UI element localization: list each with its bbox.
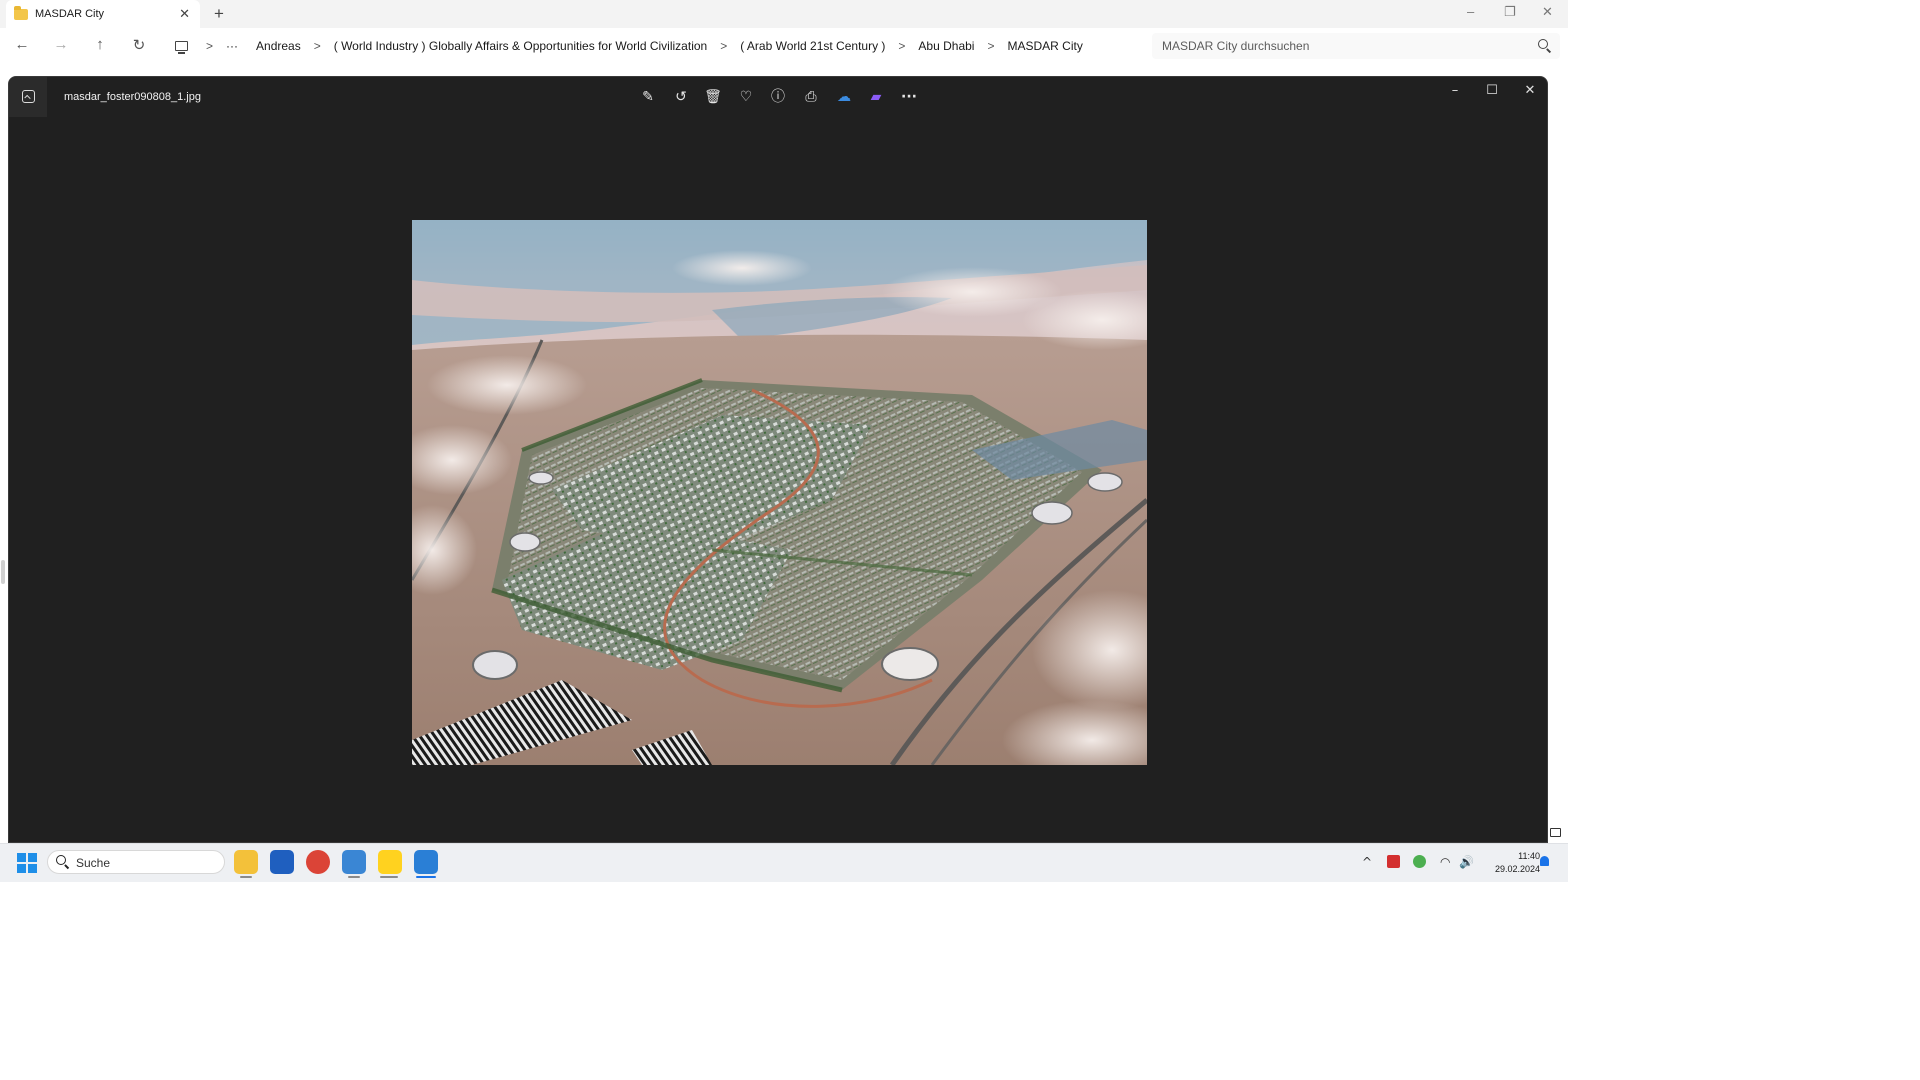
taskbar-search[interactable] bbox=[47, 850, 225, 874]
new-tab-button[interactable]: + bbox=[214, 4, 224, 24]
breadcrumb-world-industry[interactable]: ( World Industry ) Globally Affairs & Op… bbox=[334, 39, 707, 53]
display-mode-icon[interactable] bbox=[1550, 828, 1561, 837]
displayed-photo[interactable] bbox=[412, 220, 1147, 765]
photo-viewer-window: masdar_foster090808_1.jpg ✎ ↺ 🗑 ♡ ⓘ ⎙ ☁ … bbox=[8, 76, 1548, 843]
photos-app-button[interactable] bbox=[9, 77, 47, 117]
refresh-button[interactable]: ↻ bbox=[129, 36, 149, 54]
microsoft-store-icon[interactable] bbox=[270, 850, 294, 874]
file-name: masdar_foster090808_1.jpg bbox=[64, 91, 201, 103]
breadcrumb-separator[interactable]: > bbox=[898, 39, 905, 53]
wifi-icon[interactable]: ◠ bbox=[1440, 855, 1450, 869]
notepad-icon[interactable] bbox=[342, 850, 366, 874]
taskbar-search-icon bbox=[56, 855, 66, 865]
viewer-maximize-button[interactable]: ☐ bbox=[1482, 83, 1502, 98]
breadcrumb-separator[interactable]: > bbox=[720, 39, 727, 53]
more-options-icon[interactable]: ··· bbox=[898, 87, 920, 107]
forward-button[interactable]: → bbox=[51, 36, 71, 53]
windows-logo-icon bbox=[17, 853, 26, 862]
file-explorer-icon[interactable] bbox=[234, 850, 258, 874]
resize-handle[interactable] bbox=[1, 560, 5, 584]
address-bar[interactable]: > ··· Andreas > ( World Industry ) Globa… bbox=[166, 33, 1144, 59]
tab-title: MASDAR City bbox=[35, 8, 105, 20]
up-button[interactable]: ↑ bbox=[90, 36, 110, 53]
player-running-indicator bbox=[380, 876, 398, 878]
close-window-button[interactable]: ✕ bbox=[1542, 4, 1553, 20]
breadcrumb-separator[interactable]: > bbox=[314, 39, 321, 53]
photos-icon[interactable] bbox=[414, 850, 438, 874]
photos-app-icon bbox=[22, 90, 35, 103]
notification-bell-icon[interactable] bbox=[1540, 856, 1549, 866]
acrobat-tray-icon[interactable] bbox=[1387, 855, 1400, 868]
tab-masdar-city[interactable]: MASDAR City ✕ bbox=[6, 0, 200, 28]
tab-bar bbox=[0, 0, 1568, 28]
show-hidden-icons-button[interactable]: ^ bbox=[1362, 855, 1372, 869]
file-explorer-running-indicator bbox=[240, 876, 252, 878]
chrome-icon[interactable] bbox=[306, 850, 330, 874]
print-icon[interactable]: ⎙ bbox=[800, 87, 822, 107]
clock-date[interactable]: 29.02.2024 bbox=[1484, 864, 1540, 874]
security-tray-icon[interactable] bbox=[1413, 855, 1426, 868]
viewer-minimize-button[interactable]: – bbox=[1445, 83, 1465, 98]
clipchamp-icon[interactable]: ▰ bbox=[865, 87, 887, 107]
favorite-icon[interactable]: ♡ bbox=[735, 87, 757, 107]
this-pc-icon[interactable] bbox=[175, 41, 188, 54]
viewer-close-button[interactable]: ✕ bbox=[1520, 83, 1540, 98]
notepad-running-indicator bbox=[348, 876, 360, 878]
search-input[interactable] bbox=[1160, 33, 1524, 59]
breadcrumb-masdar-city[interactable]: MASDAR City bbox=[1007, 39, 1082, 53]
breadcrumb-andreas[interactable]: Andreas bbox=[256, 39, 301, 53]
breadcrumb-overflow-button[interactable]: ··· bbox=[226, 39, 238, 53]
edit-image-icon[interactable]: ✎ bbox=[637, 87, 659, 107]
photos-active-indicator bbox=[416, 876, 436, 878]
tab-close-icon[interactable]: ✕ bbox=[179, 6, 190, 22]
start-button[interactable] bbox=[17, 853, 37, 873]
info-icon[interactable]: ⓘ bbox=[767, 87, 789, 107]
search-box[interactable] bbox=[1152, 33, 1560, 59]
breadcrumb-arab-world[interactable]: ( Arab World 21st Century ) bbox=[740, 39, 885, 53]
clock-time[interactable]: 11:40 bbox=[1508, 851, 1540, 861]
delete-icon[interactable]: 🗑 bbox=[702, 87, 724, 107]
onedrive-icon[interactable]: ☁ bbox=[833, 87, 855, 107]
back-button[interactable]: ← bbox=[12, 36, 32, 53]
volume-icon[interactable]: 🔊 bbox=[1459, 855, 1474, 869]
restore-button[interactable]: ❐ bbox=[1504, 4, 1516, 20]
player-icon[interactable] bbox=[378, 850, 402, 874]
taskbar-search-label: Suche bbox=[76, 856, 111, 870]
breadcrumb-separator[interactable]: > bbox=[206, 39, 213, 53]
folder-icon bbox=[14, 5, 28, 20]
breadcrumb-separator[interactable]: > bbox=[987, 39, 994, 53]
search-icon[interactable] bbox=[1538, 39, 1548, 49]
minimize-button[interactable]: – bbox=[1467, 4, 1474, 19]
breadcrumb-abu-dhabi[interactable]: Abu Dhabi bbox=[918, 39, 974, 53]
rotate-icon[interactable]: ↺ bbox=[670, 87, 692, 107]
